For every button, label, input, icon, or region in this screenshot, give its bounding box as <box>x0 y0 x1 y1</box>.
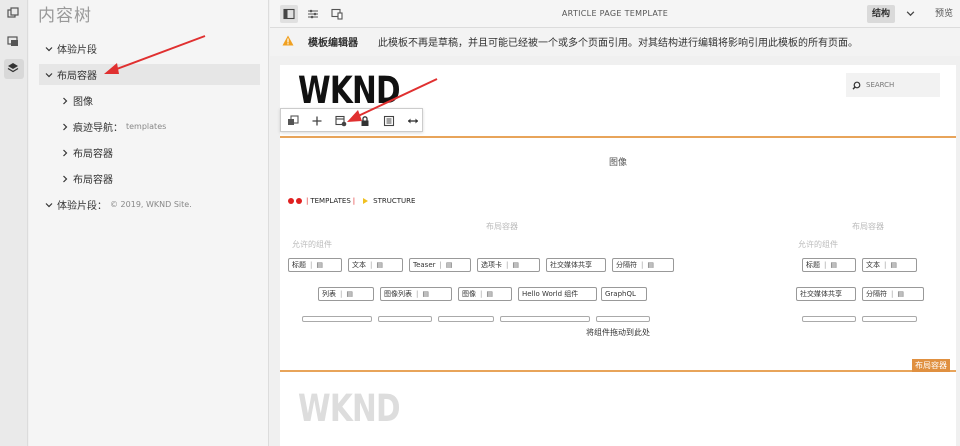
content-tree-icon[interactable] <box>4 59 24 79</box>
page-canvas: WKND SEARCH 图像 | TEMPLATES | STRUCTURE 布… <box>280 65 956 446</box>
breadcrumb-bar: | <box>352 197 356 205</box>
component-chip[interactable] <box>500 316 590 322</box>
component-chip[interactable] <box>302 316 372 322</box>
tree-item-selected[interactable]: 布局容器 <box>39 64 260 85</box>
component-chip[interactable]: 标题 | ▤ <box>288 258 342 272</box>
chevron-right-icon[interactable] <box>61 149 69 157</box>
container-placeholder-label: 布局容器 <box>852 222 884 231</box>
layout-container[interactable]: 图像 | TEMPLATES | STRUCTURE 布局容器 布局容器 允许的… <box>280 136 956 372</box>
component-chip[interactable]: 社交媒体共享 <box>796 287 856 301</box>
breadcrumb-item[interactable]: STRUCTURE <box>373 197 415 205</box>
breadcrumb-arrow-icon <box>363 198 369 204</box>
component-chip[interactable]: 分隔符 | ▤ <box>612 258 674 272</box>
search-placeholder: SEARCH <box>866 81 895 89</box>
tree-item-label: 布局容器 <box>57 71 97 82</box>
site-logo[interactable]: WKND <box>298 69 401 112</box>
component-chip[interactable]: 列表 | ▤ <box>318 287 374 301</box>
tree-item-sub: © 2019, WKND Site. <box>110 200 192 209</box>
template-alert: 模板编辑器 此模板不再是草稿，并且可能已经被一个或多个页面引用。对其结构进行编辑… <box>270 28 960 56</box>
chevron-right-icon[interactable] <box>61 175 69 183</box>
breadcrumb-bar: | <box>306 197 309 205</box>
component-chip[interactable] <box>802 316 856 322</box>
component-chip[interactable] <box>438 316 494 322</box>
assets-icon[interactable] <box>4 32 24 52</box>
component-chip[interactable]: 文本 | ▤ <box>862 258 917 272</box>
structure-mode-button[interactable]: 结构 <box>867 5 896 23</box>
tree-item-label: 体验片段 <box>57 45 97 56</box>
image-component-label[interactable]: 图像 <box>280 155 956 168</box>
tree-item[interactable]: 布局容器 <box>61 142 259 163</box>
breadcrumb-item[interactable]: TEMPLATES <box>310 197 350 205</box>
breadcrumb-marker-icon <box>296 198 302 204</box>
component-chip[interactable] <box>862 316 917 322</box>
preview-mode-button[interactable]: 预览 <box>930 5 958 23</box>
parent-icon[interactable] <box>285 113 301 129</box>
breadcrumb: | TEMPLATES | STRUCTURE <box>288 197 415 205</box>
tree-item[interactable]: 体验片段： © 2019, WKND Site. <box>45 194 259 215</box>
component-chip[interactable]: 分隔符 | ▤ <box>862 287 924 301</box>
component-chip[interactable]: GraphQL <box>601 287 647 301</box>
layout-resize-icon[interactable] <box>405 113 421 129</box>
tree-item[interactable]: 体验片段 <box>45 38 259 59</box>
tree-item-label: 图像 <box>73 97 93 108</box>
panel-title: 内容树 <box>38 6 92 26</box>
component-chip[interactable]: Teaser | ▤ <box>409 258 471 272</box>
footer-logo: WKND <box>298 387 401 430</box>
chevron-right-icon[interactable] <box>61 97 69 105</box>
allowed-components-label: 允许的组件 <box>292 240 332 249</box>
tree-item[interactable]: 痕迹导航： templates <box>61 116 259 137</box>
component-chip[interactable]: 选项卡 | ▤ <box>477 258 540 272</box>
policy-icon[interactable] <box>333 113 349 129</box>
component-chip[interactable]: 图像列表 | ▤ <box>380 287 452 301</box>
component-edit-toolbar <box>280 108 423 132</box>
drop-zone-hint[interactable]: 将组件拖动到此处 <box>280 327 956 338</box>
component-chip[interactable] <box>596 316 650 322</box>
tree-item-label: 体验片段： <box>57 201 107 212</box>
editor-toolbar: ARTICLE PAGE TEMPLATE 结构 预览 <box>270 0 960 28</box>
layout-container-tag[interactable]: 布局容器 <box>912 359 950 372</box>
breadcrumb-marker-icon <box>288 198 294 204</box>
tree-item-label: 痕迹导航： <box>73 123 123 134</box>
lock-icon[interactable] <box>357 113 373 129</box>
side-rail <box>0 0 28 446</box>
container-placeholder-label: 布局容器 <box>486 222 518 231</box>
tree-item-label: 布局容器 <box>73 175 113 186</box>
properties-icon[interactable] <box>381 113 397 129</box>
search-icon <box>852 81 861 90</box>
alert-message: 此模板不再是草稿，并且可能已经被一个或多个页面引用。对其结构进行编辑将影响引用此… <box>378 38 858 49</box>
chevron-down-icon[interactable] <box>906 9 915 18</box>
tree-item[interactable]: 图像 <box>61 90 259 111</box>
tree-item-label: 布局容器 <box>73 149 113 160</box>
tree-item-sub: templates <box>126 122 167 131</box>
template-editor: 内容树 体验片段 布局容器 图像 痕迹导航： templates 布局容器 布局… <box>0 0 960 446</box>
search-box[interactable]: SEARCH <box>846 73 940 97</box>
component-chip[interactable]: Hello World 组件 <box>518 287 597 301</box>
insert-component-icon[interactable] <box>309 113 325 129</box>
page-title: ARTICLE PAGE TEMPLATE <box>561 9 669 18</box>
content-tree-panel: 内容树 体验片段 布局容器 图像 痕迹导航： templates 布局容器 布局… <box>29 0 269 446</box>
tree-item[interactable]: 布局容器 <box>61 168 259 189</box>
component-chip[interactable]: 文本 | ▤ <box>348 258 403 272</box>
component-chip[interactable] <box>378 316 432 322</box>
chevron-down-icon[interactable] <box>45 45 53 53</box>
components-icon[interactable] <box>4 4 24 24</box>
alert-title: 模板编辑器 <box>308 38 358 49</box>
chevron-down-icon[interactable] <box>45 71 53 79</box>
component-chip[interactable]: 标题 | ▤ <box>802 258 856 272</box>
component-chip[interactable]: 社交媒体共享 <box>546 258 606 272</box>
allowed-components-label: 允许的组件 <box>798 240 838 249</box>
chevron-right-icon[interactable] <box>61 123 69 131</box>
chevron-down-icon[interactable] <box>45 201 53 209</box>
component-chip[interactable]: 图像 | ▤ <box>458 287 512 301</box>
warning-icon <box>282 35 294 46</box>
